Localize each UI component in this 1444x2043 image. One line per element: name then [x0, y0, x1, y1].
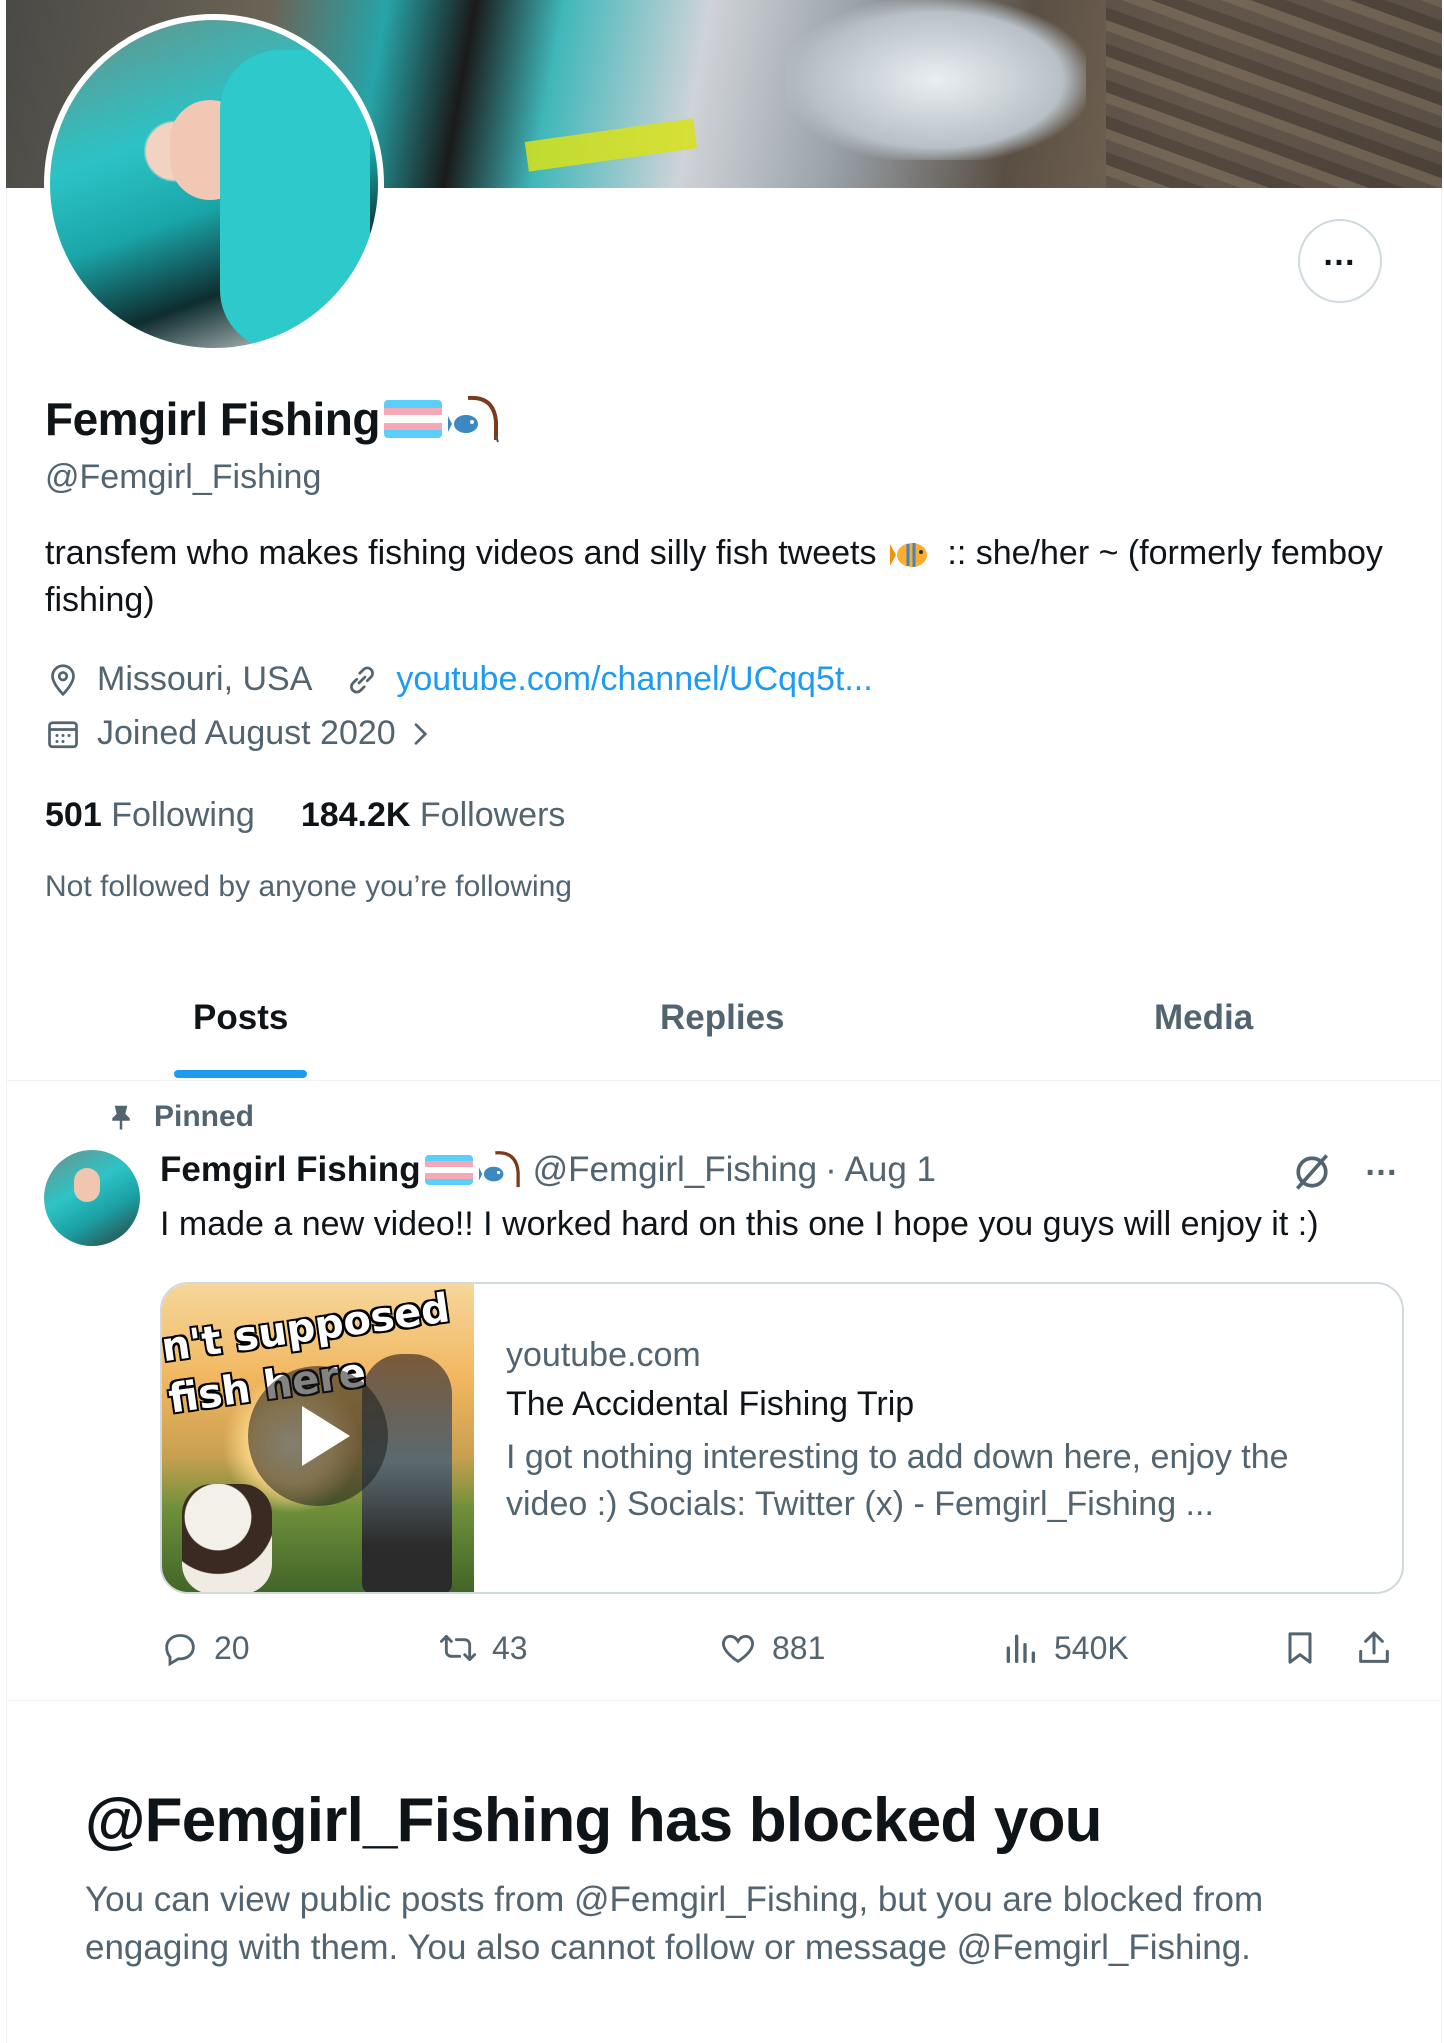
tab-replies[interactable]: Replies — [660, 998, 785, 1038]
post-top-actions: … — [1290, 1147, 1398, 1194]
active-tab-indicator — [174, 1070, 307, 1078]
followers-count: 184.2K — [300, 796, 411, 834]
view-count: 540K — [1054, 1629, 1129, 1666]
trans-flag-icon — [383, 400, 442, 438]
video-thumbnail[interactable]: n't supposed fish here — [162, 1284, 474, 1592]
share-button[interactable] — [1354, 1628, 1408, 1668]
card-title: The Accidental Fishing Trip — [506, 1385, 915, 1423]
card-domain: youtube.com — [506, 1336, 701, 1374]
repost-icon — [439, 1634, 477, 1662]
tropical-fish-icon — [889, 543, 927, 568]
bio-text-start: transfem who makes fishing videos and si… — [45, 534, 877, 572]
card-body: youtube.com The Accidental Fishing Trip … — [474, 1284, 1402, 1592]
followers-label: Followers — [419, 796, 566, 834]
followers-count-link[interactable]: 184.2K Followers — [301, 796, 566, 835]
post-header: Femgirl Fishing @Femgirl_Fishing · Aug 1 — [160, 1148, 936, 1192]
post-author-handle[interactable]: @Femgirl_Fishing — [533, 1150, 818, 1190]
pin-icon — [112, 1105, 130, 1130]
pinned-label: Pinned — [106, 1100, 254, 1134]
blocked-title: @Femgirl_Fishing has blocked you — [85, 1786, 1103, 1855]
bookmark-icon — [1288, 1632, 1312, 1664]
fishing-pole-icon — [447, 392, 502, 446]
link-icon — [350, 666, 375, 693]
reply-icon — [165, 1634, 195, 1667]
post-author-avatar[interactable] — [44, 1150, 140, 1246]
reply-count: 20 — [214, 1629, 250, 1666]
more-options-button[interactable]: … — [1298, 219, 1382, 303]
following-label: Following — [111, 796, 255, 834]
like-count: 881 — [772, 1629, 826, 1666]
post-author-name[interactable]: Femgirl Fishing — [160, 1150, 421, 1190]
profile-meta-row: Missouri, USA youtube.com/channel/UCqq5t… — [45, 660, 873, 699]
views-icon — [1006, 1634, 1035, 1663]
more-icon: … — [1322, 235, 1358, 273]
link-preview-card[interactable]: n't supposed fish here youtube.com The A… — [160, 1282, 1404, 1594]
profile-tabs: Posts Replies Media — [6, 980, 1442, 1081]
reply-button[interactable]: 20 — [160, 1628, 250, 1668]
pinned-text: Pinned — [154, 1100, 255, 1133]
display-name-text: Femgirl Fishing — [45, 393, 380, 445]
like-icon — [722, 1634, 754, 1663]
trans-flag-icon — [424, 1155, 473, 1185]
repost-count: 43 — [492, 1629, 528, 1666]
profile-joined-date: Joined August 2020 — [97, 714, 396, 752]
share-icon — [1359, 1631, 1389, 1663]
profile-display-name: Femgirl Fishing — [45, 392, 502, 446]
fishing-pole-icon — [478, 1148, 523, 1192]
post-engagement-bar: 20 43 881 540K — [160, 1628, 1404, 1672]
repost-button[interactable]: 43 — [438, 1628, 528, 1668]
play-icon[interactable] — [248, 1366, 388, 1506]
following-count-link[interactable]: 501 Following — [45, 796, 255, 835]
blocked-description: You can view public posts from @Femgirl_… — [85, 1880, 1264, 1967]
not-followed-note: Not followed by anyone you’re following — [45, 870, 572, 903]
calendar-icon — [48, 720, 78, 748]
grok-icon[interactable] — [1290, 1150, 1334, 1194]
profile-handle: @Femgirl_Fishing — [45, 458, 322, 496]
profile-avatar[interactable] — [44, 14, 384, 354]
post-text: I made a new video!! I worked hard on th… — [160, 1205, 1319, 1243]
post-date[interactable]: · Aug 1 — [825, 1150, 936, 1190]
profile-joined-row[interactable]: Joined August 2020 — [45, 714, 436, 753]
following-count: 501 — [45, 796, 102, 834]
post-more-icon[interactable]: … — [1364, 1147, 1398, 1181]
tab-posts[interactable]: Posts — [193, 998, 288, 1038]
chevron-right-icon — [414, 722, 427, 745]
location-icon — [51, 663, 75, 696]
like-button[interactable]: 881 — [718, 1628, 825, 1668]
views-button[interactable]: 540K — [1000, 1628, 1129, 1668]
profile-bio: transfem who makes fishing videos and si… — [45, 530, 1385, 624]
follow-counts: 501 Following 184.2K Followers — [45, 796, 565, 835]
card-description: I got nothing interesting to add down he… — [506, 1438, 1289, 1523]
section-divider — [6, 1700, 1442, 1701]
profile-website-link[interactable]: youtube.com/channel/UCqq5t... — [396, 660, 872, 699]
tab-media[interactable]: Media — [1154, 998, 1253, 1038]
bookmark-button[interactable] — [1280, 1628, 1334, 1668]
profile-location: Missouri, USA — [97, 660, 313, 698]
